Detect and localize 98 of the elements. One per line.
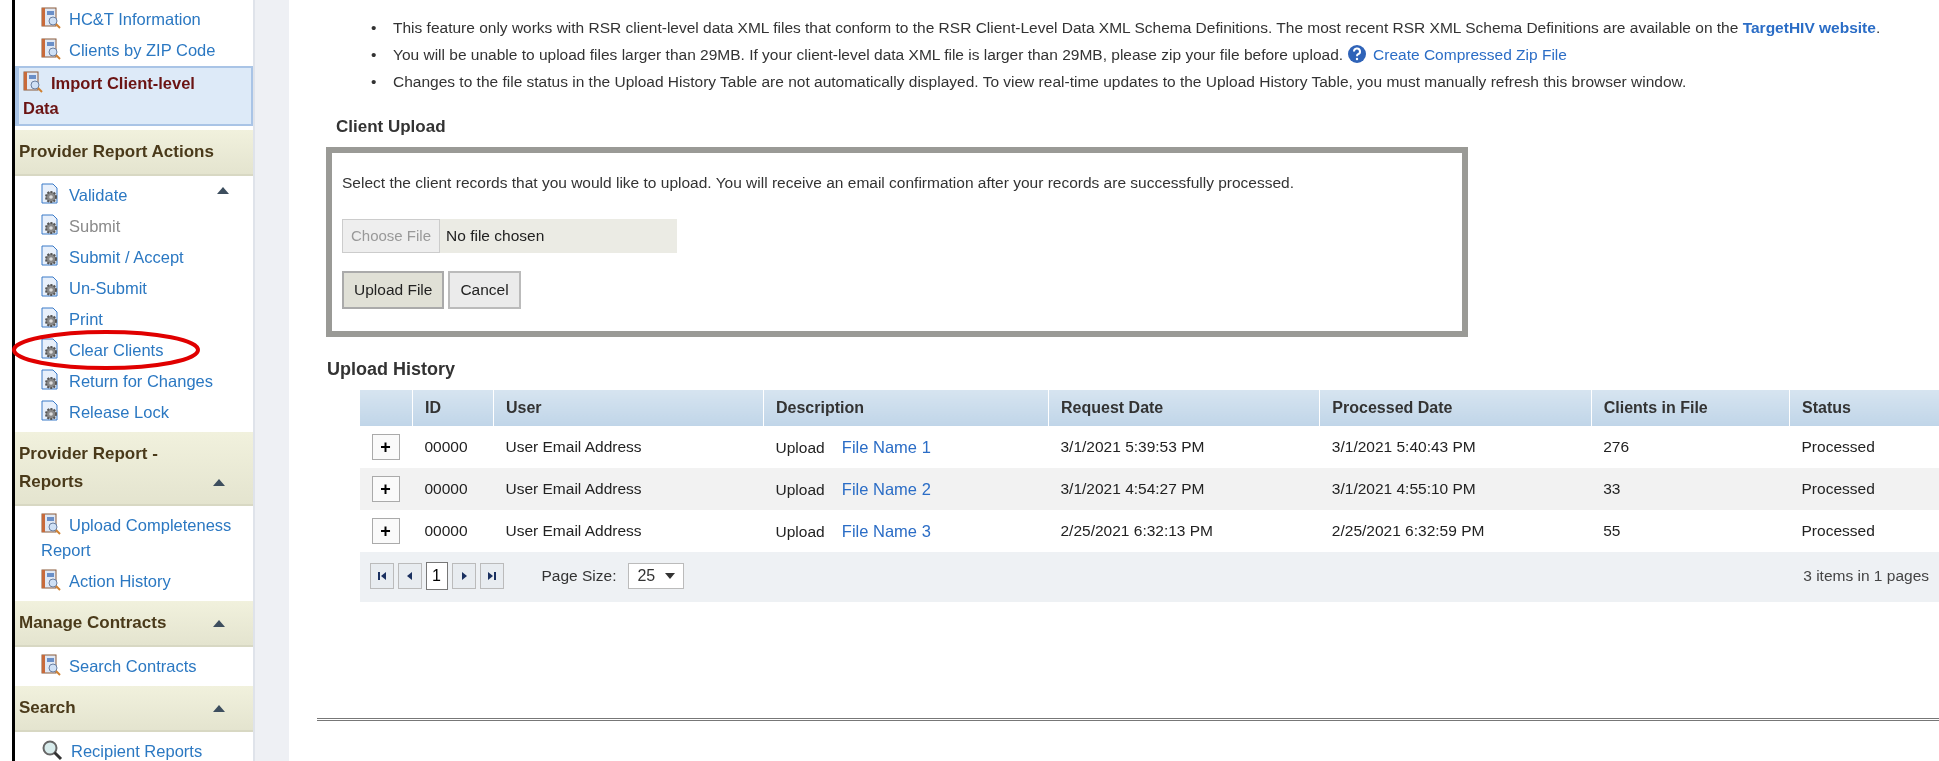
- table-cell: 3/1/2021 5:40:43 PM: [1319, 426, 1592, 468]
- expand-button[interactable]: +: [371, 476, 400, 502]
- file-link[interactable]: File Name 3: [841, 521, 931, 540]
- collapse-arrow-icon[interactable]: [213, 619, 225, 627]
- sidebar-item[interactable]: Recipient Reports: [15, 736, 253, 761]
- sidebar-item[interactable]: Print: [15, 304, 253, 335]
- file-link[interactable]: File Name 1: [841, 437, 931, 456]
- first-page-icon: [376, 571, 387, 581]
- table-cell: 2/25/2021 6:32:59 PM: [1319, 510, 1592, 552]
- table-cell: 3/1/2021 4:54:27 PM: [1048, 468, 1320, 510]
- table-cell: Processed: [1789, 468, 1939, 510]
- report-icon: [23, 71, 43, 93]
- report-icon: [41, 654, 61, 676]
- column-header[interactable]: Processed Date: [1319, 390, 1592, 426]
- table-cell: Upload: [775, 480, 825, 498]
- table-cell: Processed: [1789, 426, 1939, 468]
- sidebar-item[interactable]: Release Lock: [15, 397, 253, 428]
- table-cell: 00000: [412, 426, 494, 468]
- table-cell: 00000: [412, 510, 494, 552]
- column-header[interactable]: Clients in File: [1591, 390, 1790, 426]
- gear-document-icon: [41, 183, 61, 205]
- table-cell: Upload: [775, 522, 825, 540]
- bullet: •: [371, 45, 377, 65]
- table-cell: Processed: [1789, 510, 1939, 552]
- table-cell: Upload: [775, 438, 825, 456]
- table-cell: 3/1/2021 5:39:53 PM: [1048, 426, 1320, 468]
- file-status-text: No file chosen: [445, 226, 545, 246]
- previous-page-button[interactable]: [397, 563, 422, 589]
- pager-summary: 3 items in 1 pages: [1803, 567, 1929, 584]
- last-page-icon: [486, 571, 497, 581]
- sidebar-item[interactable]: Clear Clients: [15, 335, 253, 366]
- link[interactable]: Create Compressed Zip File: [1373, 46, 1567, 63]
- sidebar-item[interactable]: Return for Changes: [15, 366, 253, 397]
- gear-document-icon: [41, 245, 61, 267]
- note-text: This feature only works with RSR client-level data XML files that conform to the RSR Client-Level Data XML Schema Definitions. The most recent RSR XML Schema Definitions are available on the: [393, 19, 1739, 36]
- column-header[interactable]: ID: [412, 390, 494, 426]
- note-text: You will be unable to upload files larger than 29MB. If your client-level data XML file is larger than 29MB, please zip your file before upload.: [393, 46, 1344, 63]
- column-header[interactable]: Status: [1789, 390, 1939, 426]
- section-title: Upload History: [327, 359, 456, 380]
- caret-icon: [665, 573, 676, 579]
- table-cell: User Email Address: [493, 426, 764, 468]
- sidebar-item[interactable]: HC&T Information: [15, 4, 253, 35]
- column-header[interactable]: Request Date: [1048, 390, 1320, 426]
- sidebar-item[interactable]: Import Client-level Data: [15, 66, 253, 126]
- instructions-text: Select the client records that you would like to upload. You will receive an email confirmation after your records are successfully processed.: [342, 173, 1295, 193]
- table-cell: 276: [1591, 426, 1790, 468]
- report-icon: [41, 38, 61, 60]
- table-cell: 3/1/2021 4:55:10 PM: [1319, 468, 1592, 510]
- gear-document-icon: [41, 307, 61, 329]
- help-icon[interactable]: [1347, 44, 1368, 64]
- table-cell: 2/25/2021 6:32:13 PM: [1048, 510, 1320, 552]
- upload-button[interactable]: Upload File: [342, 271, 445, 309]
- last-page-button[interactable]: [479, 563, 504, 589]
- report-icon: [41, 7, 61, 29]
- sidebar-item[interactable]: Upload Completeness Report: [15, 510, 253, 566]
- link[interactable]: TargetHIV website: [1742, 19, 1876, 36]
- report-icon: [41, 569, 61, 591]
- sidebar-item[interactable]: Submit / Accept: [15, 242, 253, 273]
- collapse-arrow-icon[interactable]: [217, 186, 229, 194]
- expand-button[interactable]: +: [371, 518, 400, 544]
- section-header[interactable]: Provider Report - Reports: [15, 432, 253, 506]
- bullet: •: [371, 72, 377, 92]
- collapse-arrow-icon[interactable]: [213, 478, 225, 486]
- next-page-button[interactable]: [451, 563, 476, 589]
- page-size-dropdown[interactable]: 25: [628, 563, 685, 589]
- table-cell: 33: [1591, 468, 1790, 510]
- cancel-button[interactable]: Cancel: [448, 271, 521, 309]
- gear-document-icon: [41, 338, 61, 360]
- column-header[interactable]: Description: [763, 390, 1049, 426]
- gear-document-icon: [41, 214, 61, 236]
- table-cell: User Email Address: [493, 468, 764, 510]
- gear-document-icon: [41, 400, 61, 422]
- section-title: Client Upload: [336, 117, 447, 137]
- table-cell: 00000: [412, 468, 494, 510]
- note-text: Changes to the file status in the Upload History Table are not automatically displayed. To view real-time updates to the Upload History Table, you must manually refresh this browser window.: [393, 73, 1687, 90]
- section-header[interactable]: Search: [15, 686, 253, 732]
- table-cell: 55: [1591, 510, 1790, 552]
- table-cell: User Email Address: [493, 510, 764, 552]
- sidebar-item[interactable]: Validate: [15, 180, 253, 211]
- sidebar-item[interactable]: Clients by ZIP Code: [15, 35, 253, 66]
- section-header[interactable]: Provider Report Actions: [15, 130, 253, 176]
- column-header[interactable]: User: [493, 390, 764, 426]
- gear-document-icon: [41, 276, 61, 298]
- period-text: .: [1875, 19, 1881, 36]
- search-icon: [41, 739, 63, 761]
- section-header[interactable]: Manage Contracts: [15, 601, 253, 647]
- first-page-button[interactable]: [369, 563, 394, 589]
- sidebar-item[interactable]: Search Contracts: [15, 651, 253, 682]
- sidebar-item[interactable]: Action History: [15, 566, 253, 597]
- page-size-label: Page Size:: [541, 567, 617, 585]
- sidebar-item[interactable]: Un-Submit: [15, 273, 253, 304]
- collapse-arrow-icon[interactable]: [213, 704, 225, 712]
- page-button[interactable]: 1: [425, 562, 448, 590]
- gear-document-icon: [41, 369, 61, 391]
- report-icon: [41, 513, 61, 535]
- file-link[interactable]: File Name 2: [841, 479, 931, 498]
- expand-button[interactable]: +: [371, 434, 400, 460]
- bullet: •: [371, 18, 377, 38]
